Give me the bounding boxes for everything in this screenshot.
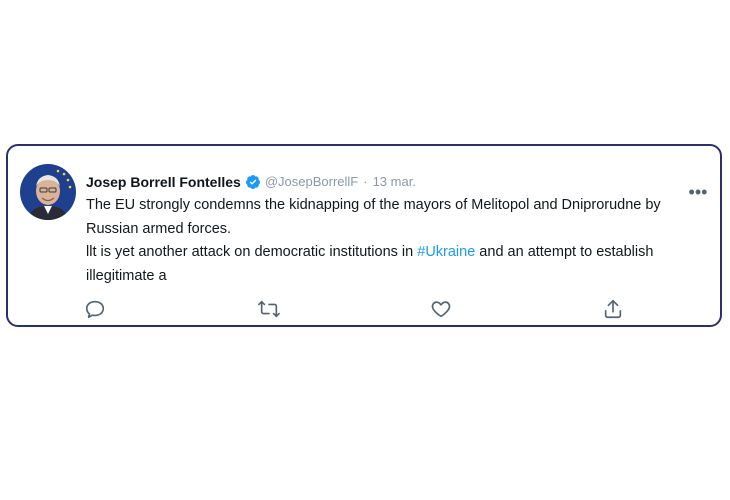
author-handle[interactable]: @JosepBorrellF	[265, 173, 358, 191]
heart-icon[interactable]	[430, 298, 452, 320]
share-icon[interactable]	[602, 298, 624, 320]
tweet-text-paragraph-2: llt is yet another attack on democratic …	[86, 241, 676, 288]
tweet-text-part: llt is yet another attack on democratic …	[86, 244, 418, 260]
tweet-actions	[84, 298, 624, 320]
more-options-icon[interactable]: •••	[688, 182, 708, 202]
retweet-icon[interactable]	[257, 298, 280, 320]
tweet-card[interactable]: Josep Borrell Fontelles @JosepBorrellF ·…	[6, 144, 722, 327]
tweet-date[interactable]: 13 mar.	[373, 173, 416, 191]
verified-badge-icon	[245, 174, 261, 190]
tweet-text-paragraph-1: The EU strongly condemns the kidnapping …	[86, 197, 661, 237]
reply-icon[interactable]	[84, 298, 106, 320]
tweet-header: Josep Borrell Fontelles @JosepBorrellF ·…	[86, 173, 416, 191]
author-name[interactable]: Josep Borrell Fontelles	[86, 173, 241, 191]
avatar-image	[20, 164, 76, 220]
hashtag-link[interactable]: #Ukraine	[417, 244, 475, 260]
tweet-text: The EU strongly condemns the kidnapping …	[86, 194, 676, 288]
avatar[interactable]	[20, 164, 76, 220]
header-separator: ·	[363, 174, 368, 189]
